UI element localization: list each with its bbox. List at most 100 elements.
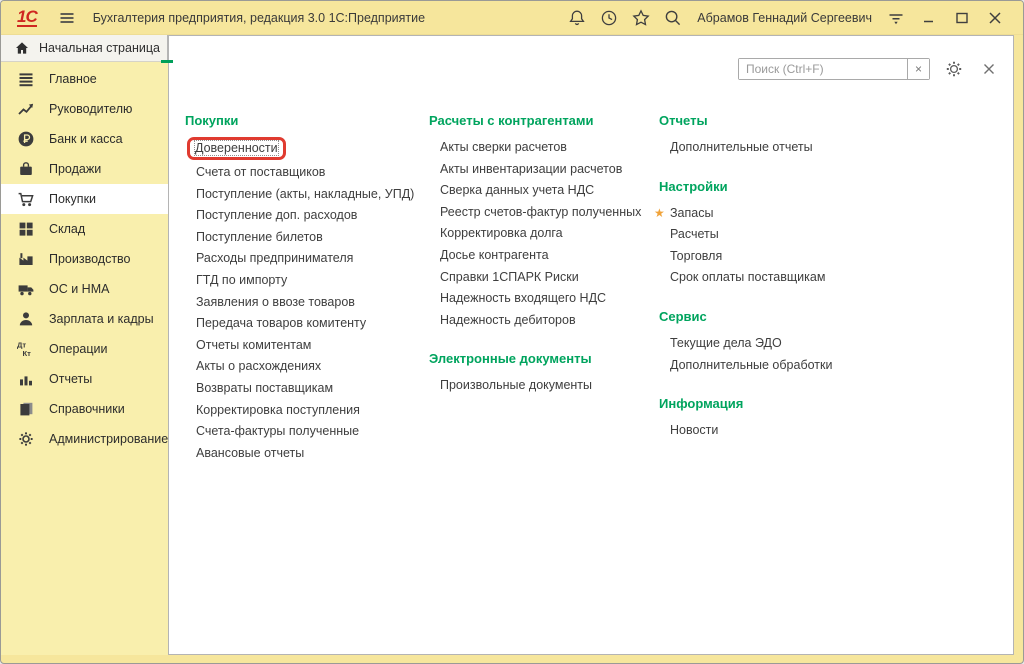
menu-link[interactable]: Поступление (акты, накладные, УПД) [196,184,414,206]
section-items: ДоверенностиСчета от поставщиковПоступле… [185,137,429,464]
book-icon [16,399,36,419]
search-group: × [738,58,930,80]
menu-link[interactable]: Расчеты [670,224,719,246]
menu-link[interactable]: Торговля [670,246,722,268]
tab-label: Начальная страница [39,41,160,55]
highlight-box: Доверенности [187,137,286,160]
menu-link[interactable]: Произвольные документы [440,375,592,397]
minimize-button[interactable] [918,7,940,29]
favorites-star-icon[interactable] [630,7,652,29]
sidebar-item-sklad[interactable]: Склад [1,214,168,244]
section-items: Дополнительные отчеты [659,137,832,159]
sidebar-item-label: Справочники [49,402,125,416]
section-items: Текущие дела ЭДОДополнительные обработки [659,333,832,376]
sidebar-item-label: Руководителю [49,102,132,116]
sidebar-item-label: Склад [49,222,85,236]
section-title: Отчеты [659,113,832,128]
menu-link[interactable]: Заявления о ввозе товаров [196,292,355,314]
grid-icon [16,219,36,239]
menu-link[interactable]: Новости [670,420,718,442]
global-search-icon[interactable] [662,7,684,29]
sidebar-item-label: Производство [49,252,131,266]
menu-link[interactable]: Реестр счетов-фактур полученных [440,202,641,224]
sidebar-item-prodazhi[interactable]: Продажи [1,154,168,184]
sidebar-item-label: Покупки [49,192,96,206]
menu-link[interactable]: Расходы предпринимателя [196,248,353,270]
menu-link[interactable]: Надежность дебиторов [440,310,576,332]
sidebar-item-proizvodstvo[interactable]: Производство [1,244,168,274]
menu-link[interactable]: Передача товаров комитенту [196,313,366,335]
sidebar-item-bank-i-kassa[interactable]: Банк и касса [1,124,168,154]
menu-link[interactable]: Срок оплаты поставщикам [670,267,825,289]
menu-link[interactable]: ★Запасы [670,203,713,225]
service-menu-icon[interactable] [885,7,907,29]
sidebar-item-os-i-nma[interactable]: ОС и НМА [1,274,168,304]
bag-icon [16,159,36,179]
sidebar-item-glavnoe[interactable]: Главное [1,64,168,94]
menu-link[interactable]: ГТД по импорту [196,270,287,292]
svg-text:Кт: Кт [23,349,32,358]
dtkt-icon: ДтКт [16,339,36,359]
main-menu-hamburger-icon[interactable] [56,7,78,29]
menu-link[interactable]: Доверенности [196,137,286,162]
star-icon: ★ [654,203,665,225]
menu-link[interactable]: Возвраты поставщикам [196,378,333,400]
home-icon [14,40,30,56]
sidebar-item-label: Продажи [49,162,101,176]
sidebar-item-rukovoditelyu[interactable]: Руководителю [1,94,168,124]
menu-link[interactable]: Отчеты комитентам [196,335,311,357]
menu-link[interactable]: Поступление билетов [196,227,323,249]
menu-link[interactable]: Авансовые отчеты [196,443,304,465]
sidebar-item-zarplata-i-kadry[interactable]: Зарплата и кадры [1,304,168,334]
menu-link[interactable]: Надежность входящего НДС [440,288,606,310]
menu-link[interactable]: Акты о расхождениях [196,356,321,378]
menu-link[interactable]: Акты инвентаризации расчетов [440,159,622,181]
menu-link[interactable]: Корректировка поступления [196,400,360,422]
ruble-icon [16,129,36,149]
window-title: Бухгалтерия предприятия, редакция 3.0 1С… [93,11,425,25]
section-title: Покупки [185,113,429,128]
search-clear-icon[interactable]: × [907,59,929,79]
close-window-button[interactable] [984,7,1006,29]
menu-link[interactable]: Счета-фактуры полученные [196,421,359,443]
user-name[interactable]: Абрамов Геннадий Сергеевич [697,11,872,25]
history-icon[interactable] [598,7,620,29]
chart-icon [16,369,36,389]
menu-link[interactable]: Корректировка долга [440,223,563,245]
menu-link[interactable]: Поступление доп. расходов [196,205,357,227]
sidebar-item-label: Операции [49,342,107,356]
menu-link[interactable]: Текущие дела ЭДО [670,333,782,355]
sidebar-item-administrirovanie[interactable]: Администрирование [1,424,168,454]
panel-settings-gear-icon[interactable] [943,58,965,80]
sidebar-item-pokupki[interactable]: Покупки [1,184,168,214]
menu-column: ПокупкиДоверенностиСчета от поставщиковП… [185,113,429,464]
menu-link[interactable]: Сверка данных учета НДС [440,180,594,202]
search-input[interactable] [739,59,907,79]
truck-icon [16,279,36,299]
maximize-button[interactable] [951,7,973,29]
list-icon [16,69,36,89]
section-panel: × Покупки ДоверенностиСчета от поставщико… [168,35,1014,655]
sidebar-item-operacii[interactable]: ДтКт Операции [1,334,168,364]
notifications-bell-icon[interactable] [566,7,588,29]
menu-column: ОтчетыДополнительные отчетыНастройки★Зап… [659,113,832,464]
trend-icon [16,99,36,119]
menu-link[interactable]: Дополнительные обработки [670,355,832,377]
sidebar-item-spravochniki[interactable]: Справочники [1,394,168,424]
menu-link[interactable]: Справки 1СПАРК Риски [440,267,579,289]
factory-icon [16,249,36,269]
panel-toolbar: × [169,36,1013,81]
menu-link[interactable]: Акты сверки расчетов [440,137,567,159]
active-tab-indicator [161,60,173,63]
menu-link[interactable]: Счета от поставщиков [196,162,325,184]
menu-link[interactable]: Дополнительные отчеты [670,137,813,159]
panel-close-icon[interactable] [978,58,1000,80]
section-items: ★ЗапасыРасчетыТорговляСрок оплаты постав… [659,203,832,289]
menu-column: Расчеты с контрагентамиАкты сверки расче… [429,113,659,464]
sidebar-nav: Главное Руководителю Банк и касса Продажи По… [1,62,168,454]
sidebar: Начальная страница Главное Руководителю Ба… [1,35,168,655]
sidebar-item-label: Зарплата и кадры [49,312,154,326]
menu-link[interactable]: Досье контрагента [440,245,549,267]
tab-home-page[interactable]: Начальная страница [1,35,168,62]
sidebar-item-otchety[interactable]: Отчеты [1,364,168,394]
